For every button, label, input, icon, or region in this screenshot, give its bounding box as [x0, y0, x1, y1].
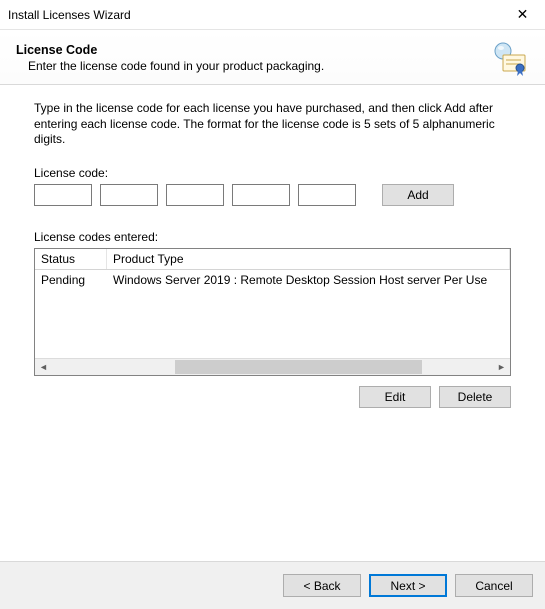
- window-title: Install Licenses Wizard: [8, 8, 131, 22]
- next-button[interactable]: Next >: [369, 574, 447, 597]
- entered-codes-label: License codes entered:: [34, 230, 511, 244]
- instructions-text: Type in the license code for each licens…: [34, 101, 511, 148]
- license-code-label: License code:: [34, 166, 511, 180]
- titlebar: Install Licenses Wizard ✕: [0, 0, 545, 30]
- header-text: License Code Enter the license code foun…: [16, 43, 324, 73]
- column-header-product-type[interactable]: Product Type: [107, 249, 510, 269]
- wizard-header: License Code Enter the license code foun…: [0, 30, 545, 85]
- license-code-input-5[interactable]: [298, 184, 356, 206]
- list-body: Pending Windows Server 2019 : Remote Des…: [35, 270, 510, 358]
- scroll-left-arrow-icon[interactable]: ◄: [35, 359, 52, 375]
- delete-button[interactable]: Delete: [439, 386, 511, 408]
- column-header-status[interactable]: Status: [35, 249, 107, 269]
- license-code-input-1[interactable]: [34, 184, 92, 206]
- scroll-thumb[interactable]: [175, 360, 422, 374]
- license-code-row: Add: [34, 184, 511, 206]
- close-button[interactable]: ✕: [500, 0, 545, 30]
- cell-status: Pending: [35, 270, 107, 290]
- scroll-track[interactable]: [52, 359, 493, 375]
- wizard-body: Type in the license code for each licens…: [0, 85, 545, 408]
- horizontal-scrollbar[interactable]: ◄ ►: [35, 358, 510, 375]
- license-code-input-4[interactable]: [232, 184, 290, 206]
- back-button[interactable]: < Back: [283, 574, 361, 597]
- list-action-buttons: Edit Delete: [34, 386, 511, 408]
- cancel-button[interactable]: Cancel: [455, 574, 533, 597]
- wizard-footer: < Back Next > Cancel: [0, 561, 545, 609]
- close-icon: ✕: [517, 6, 529, 23]
- certificate-icon: [489, 40, 529, 76]
- table-row[interactable]: Pending Windows Server 2019 : Remote Des…: [35, 270, 510, 290]
- edit-button[interactable]: Edit: [359, 386, 431, 408]
- scroll-right-arrow-icon[interactable]: ►: [493, 359, 510, 375]
- add-button[interactable]: Add: [382, 184, 454, 206]
- license-codes-list: Status Product Type Pending Windows Serv…: [34, 248, 511, 376]
- license-code-input-2[interactable]: [100, 184, 158, 206]
- license-code-input-3[interactable]: [166, 184, 224, 206]
- page-subtitle: Enter the license code found in your pro…: [28, 59, 324, 73]
- list-header: Status Product Type: [35, 249, 510, 270]
- cell-product-type: Windows Server 2019 : Remote Desktop Ses…: [107, 270, 510, 290]
- page-title: License Code: [16, 43, 324, 57]
